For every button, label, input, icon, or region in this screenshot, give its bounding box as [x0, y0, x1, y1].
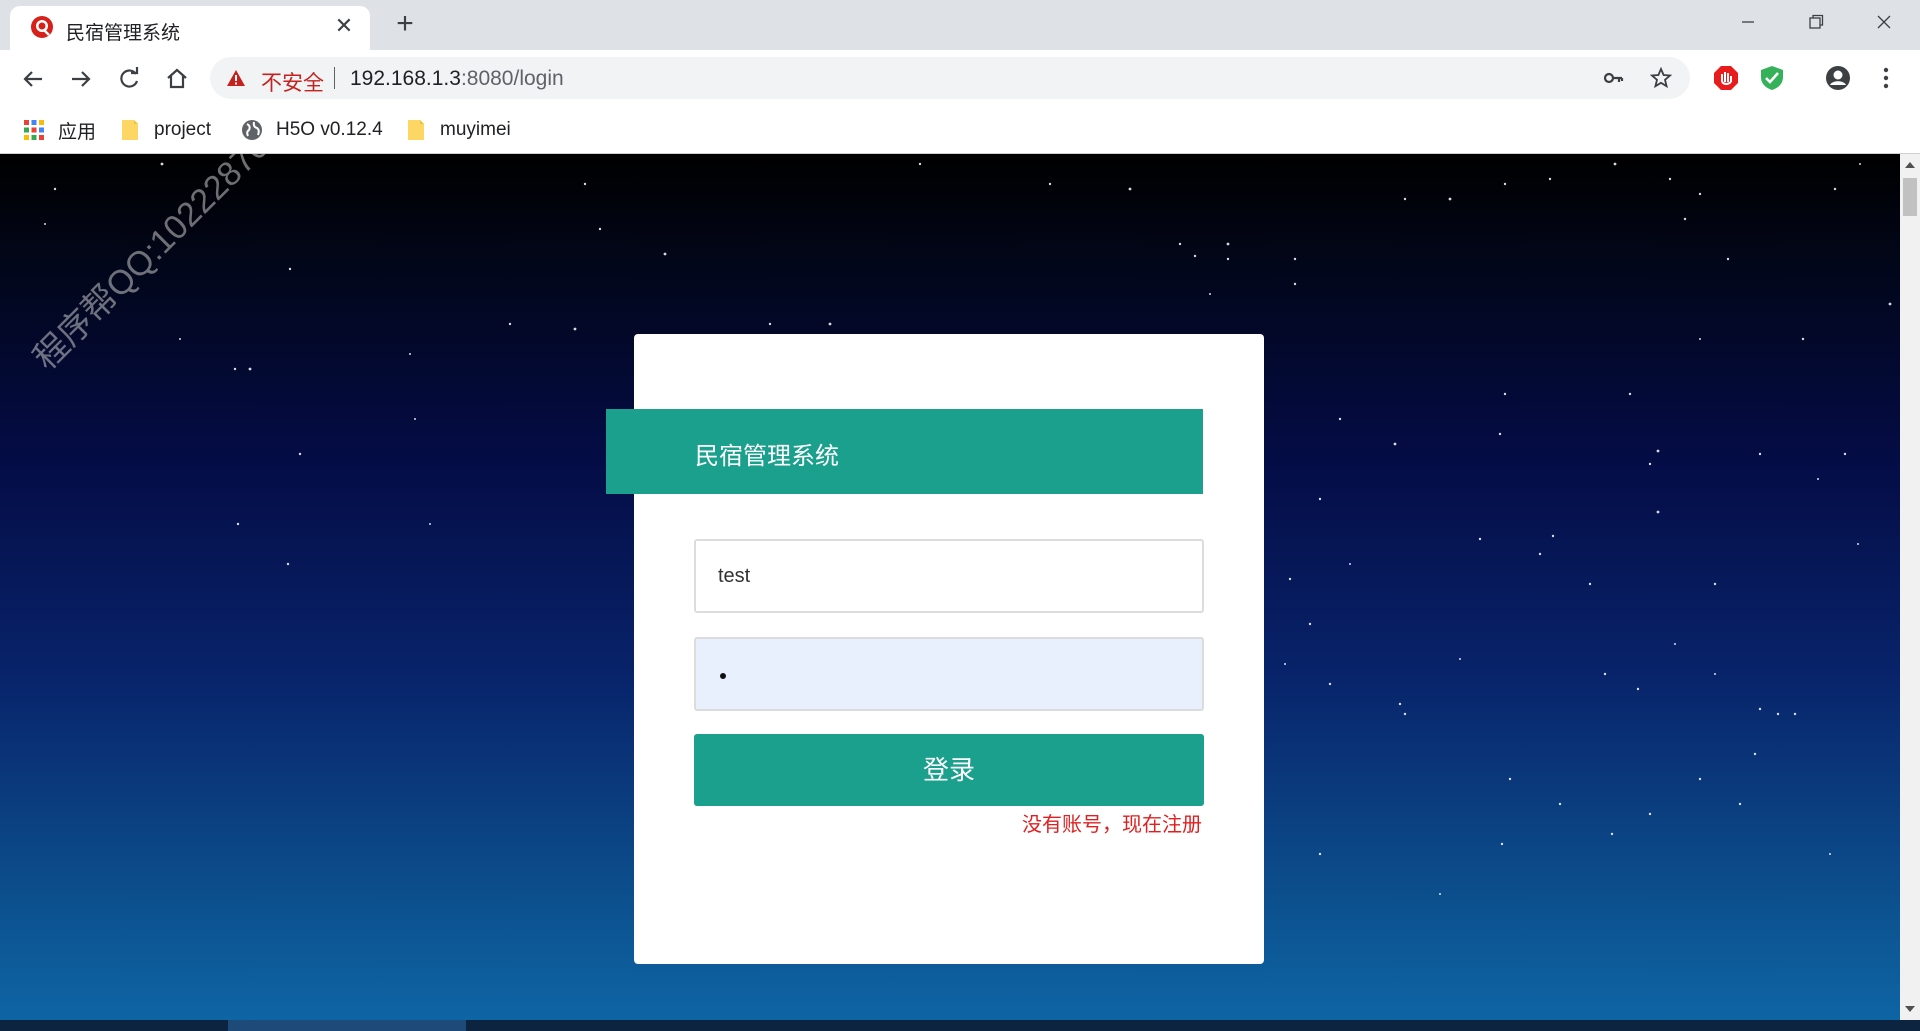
apps-grid-icon [24, 120, 44, 140]
url-path: :8080/login [460, 67, 564, 90]
address-bar[interactable]: 不安全 192.168.1.3:8080/login [210, 57, 1690, 99]
shield-extension-icon[interactable] [1758, 64, 1786, 92]
username-value: test [718, 565, 751, 587]
scroll-down-icon[interactable] [1905, 1006, 1915, 1012]
star-icon[interactable] [1650, 67, 1672, 89]
home-icon[interactable] [162, 64, 192, 94]
login-button-label: 登录 [922, 755, 975, 785]
back-icon[interactable] [18, 64, 48, 94]
bookmark-h5o[interactable]: H5O v0.12.4 [240, 116, 383, 144]
address-divider [334, 67, 335, 89]
browser-toolbar: 不安全 192.168.1.3:8080/login [0, 50, 1920, 106]
os-taskbar [0, 1020, 1920, 1031]
new-tab-button[interactable]: + [390, 9, 420, 40]
tab-title: 民宿管理系统 [66, 23, 181, 44]
warning-icon[interactable] [226, 69, 246, 87]
browser-tab[interactable]: 民宿管理系统 ✕ [10, 6, 370, 50]
bookmark-label: 应用 [58, 121, 97, 143]
login-header: 民宿管理系统 [606, 409, 1203, 494]
tab-strip: 民宿管理系统 ✕ + [0, 0, 1920, 50]
folder-icon [122, 120, 138, 140]
scroll-up-icon[interactable] [1905, 162, 1915, 168]
page-viewport: 程序帮QQ:1022287044 民宿管理系统 test 登录 没有账号，现在注… [0, 154, 1900, 1020]
page-title: 民宿管理系统 [695, 443, 839, 470]
folder-icon [408, 120, 424, 140]
site-favicon-icon [31, 16, 53, 38]
close-window-icon[interactable] [1864, 6, 1904, 38]
tab-close-icon[interactable]: ✕ [332, 14, 356, 38]
taskbar-active-item[interactable] [228, 1020, 466, 1031]
bookmark-apps[interactable]: 应用 [22, 116, 96, 144]
password-input[interactable] [694, 637, 1204, 711]
reload-icon[interactable] [114, 64, 144, 94]
bookmarks-bar: 应用 project H5O v0.12.4 muyimei [0, 106, 1920, 154]
adblock-extension-icon[interactable] [1712, 64, 1740, 92]
profile-avatar-icon[interactable] [1824, 64, 1852, 92]
scroll-thumb[interactable] [1903, 178, 1917, 216]
password-mask [720, 673, 726, 679]
forward-icon[interactable] [66, 64, 96, 94]
bookmark-label: H5O v0.12.4 [276, 119, 383, 140]
bookmark-project[interactable]: project [118, 116, 211, 144]
menu-kebab-icon[interactable] [1872, 64, 1900, 92]
url-text[interactable]: 192.168.1.3:8080/login [350, 67, 564, 91]
page-scrollbar[interactable] [1900, 154, 1920, 1020]
key-icon[interactable] [1602, 67, 1624, 89]
security-label[interactable]: 不安全 [261, 67, 324, 97]
globe-icon [242, 120, 262, 140]
bookmark-label: project [154, 119, 212, 140]
bookmark-label: muyimei [440, 119, 511, 140]
url-host: 192.168.1.3 [350, 67, 461, 90]
username-input[interactable]: test [694, 539, 1204, 613]
register-link[interactable]: 没有账号，现在注册 [1022, 808, 1202, 837]
restore-icon[interactable] [1796, 6, 1836, 38]
login-button[interactable]: 登录 [694, 734, 1204, 806]
bookmark-muyimei[interactable]: muyimei [404, 116, 511, 144]
minimize-icon[interactable] [1728, 6, 1768, 38]
